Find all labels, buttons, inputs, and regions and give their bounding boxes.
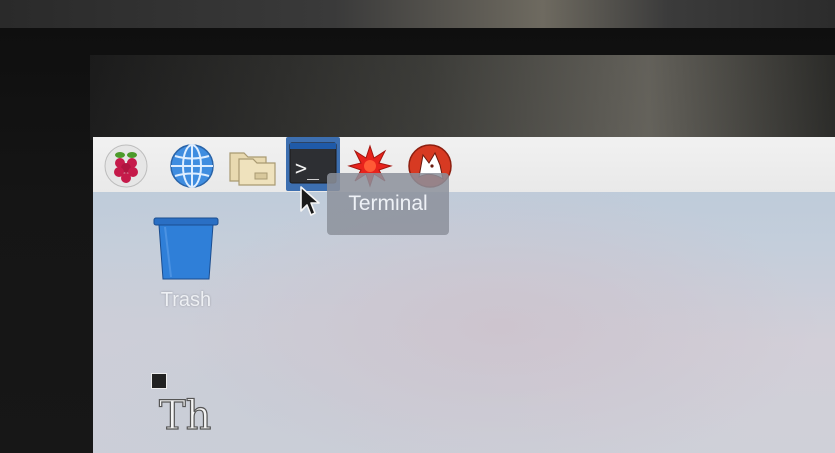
terminal-prompt-glyph: >_ (295, 156, 320, 180)
raspberry-pi-menu-button[interactable] (103, 143, 149, 189)
taskbar: >_ (93, 137, 835, 192)
text-font-shortcut-desktop-icon[interactable]: Th (145, 369, 215, 439)
file-manager-button[interactable] (227, 143, 279, 189)
trash-label: Trash (160, 289, 212, 311)
folder-icon (229, 152, 276, 186)
shortcut-arrow-icon (151, 373, 167, 389)
font-glyph: Th (159, 393, 211, 439)
mouse-cursor-icon (300, 186, 320, 216)
desktop-screen: >_ Terminal Trash Th (93, 137, 835, 453)
web-browser-button[interactable] (169, 143, 215, 189)
globe-icon (170, 144, 214, 188)
terminal-tooltip: Terminal (327, 173, 449, 235)
raspberry-pi-icon (104, 144, 148, 188)
trash-desktop-icon[interactable]: Trash (145, 215, 227, 312)
bezel-glare (90, 55, 835, 140)
trash-icon (153, 217, 219, 280)
